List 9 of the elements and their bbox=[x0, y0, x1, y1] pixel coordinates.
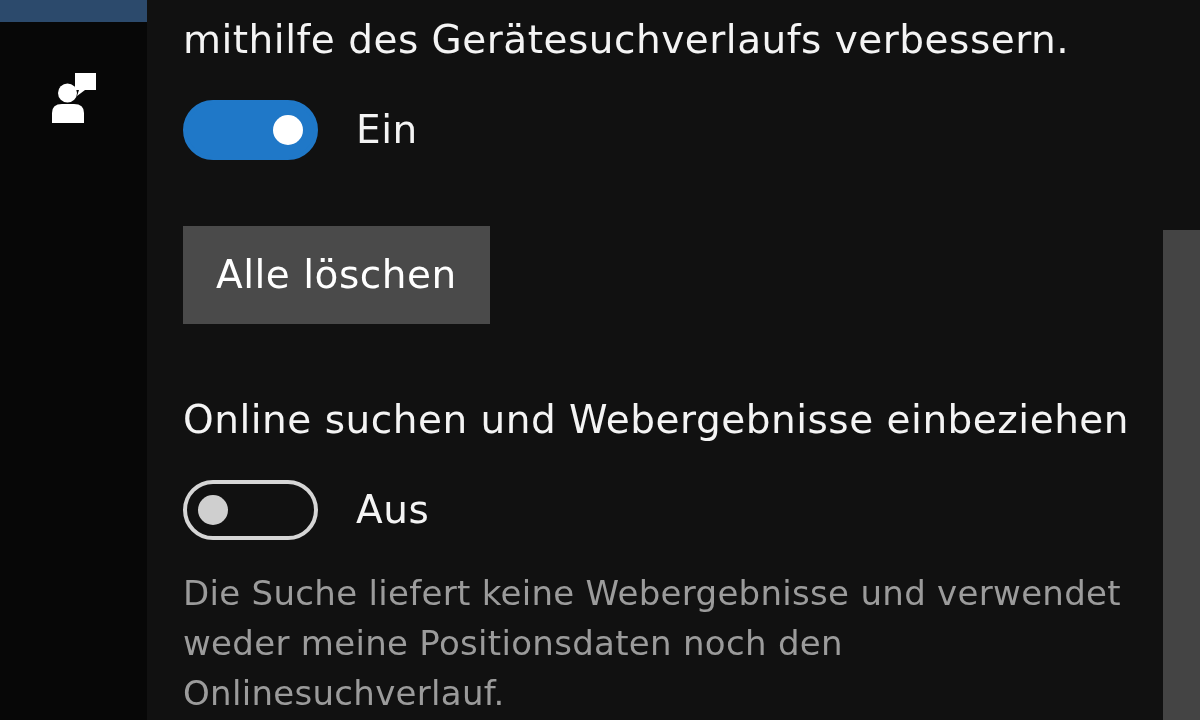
setting-description: mithilfe des Gerätesuchverlaufs verbessern. bbox=[183, 16, 1070, 64]
setting-heading: Online suchen und Webergebnisse einbeziehen bbox=[183, 396, 1130, 444]
toggle-state-label: Ein bbox=[356, 106, 418, 154]
person-speech-bubble-icon bbox=[52, 73, 96, 123]
toggle-switch[interactable] bbox=[183, 100, 318, 160]
clear-all-button[interactable]: Alle löschen bbox=[183, 226, 490, 324]
setting-note: Die Suche liefert keine Webergebnisse und verwendet weder meine Positionsdaten noch den Onlinesuchverlauf. bbox=[183, 572, 1122, 715]
scrollbar-thumb[interactable] bbox=[1163, 230, 1200, 720]
toggle-state-label: Aus bbox=[356, 486, 430, 534]
